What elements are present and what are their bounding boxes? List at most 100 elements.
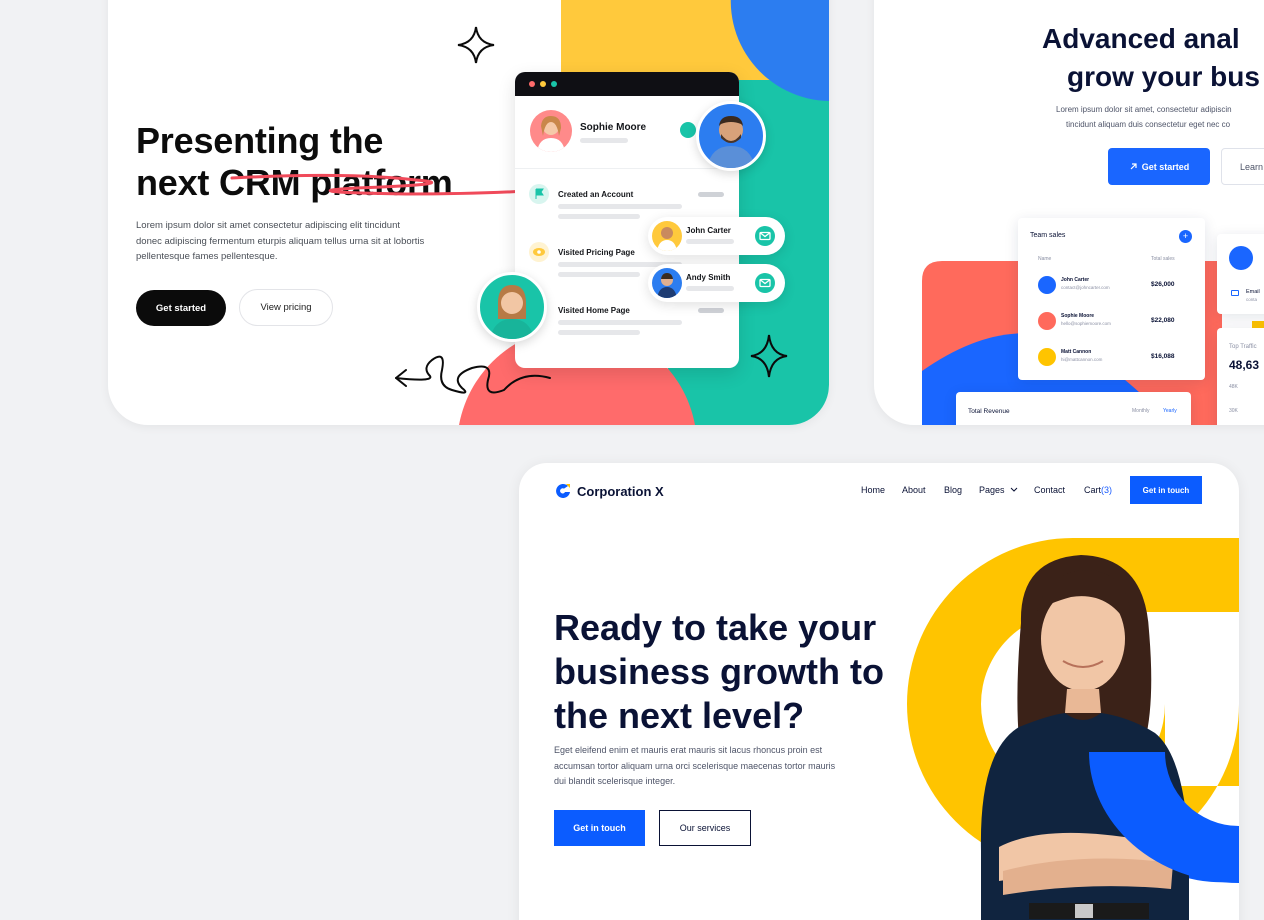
nav-get-in-touch-button[interactable]: Get in touch [1130,476,1202,504]
axis-tick: 30K [1229,408,1238,414]
row-email: contact@johncarter.com [1061,285,1110,290]
contact-bubble[interactable]: Andy Smith [648,264,785,302]
top-traffic-panel: Top Traffic 48,63 48K 30K [1217,328,1264,425]
woman-avatar [477,272,547,342]
get-started-button[interactable]: Get started [136,290,226,326]
cart-count: (3) [1101,485,1113,495]
cart-label: Cart [1084,485,1102,495]
mail-icon[interactable] [755,273,775,293]
traffic-label: Top Traffic [1229,344,1257,350]
corp-title-line-3: the next level? [554,695,805,736]
row-name: John Carter [1061,277,1090,283]
corp-desc-line-3: dui blandit scelerisque integer. [554,776,676,786]
logo-text: Corporation X [577,483,664,499]
table-row[interactable]: Matt Cannon hi@mattcannon.com $16,088 [1018,342,1205,376]
row-total: $26,000 [1151,281,1175,288]
tab-yearly[interactable]: Yearly [1163,408,1177,414]
corp-logo[interactable]: Corporation X [554,482,664,500]
eye-icon [529,242,549,262]
blue-arc-overlay [1089,752,1239,883]
add-icon[interactable]: + [1179,230,1192,243]
view-pricing-button[interactable]: View pricing [239,289,333,326]
analytics-title: Advanced anal grow your bus [1042,20,1260,96]
analytics-get-started-button[interactable]: Get started [1108,148,1210,185]
crm-hero-description: Lorem ipsum dolor sit amet consectetur a… [136,220,425,262]
placeholder-bar [558,214,640,219]
analytics-description: Lorem ipsum dolor sit amet, consectetur … [1056,102,1232,132]
analytics-title-line-2: grow your bus [1067,61,1260,92]
total-revenue-panel: Total Revenue Monthly Yearly [956,392,1191,425]
placeholder-bar [558,330,640,335]
corp-desc-line-2: accumsan tortor aliquam urna orci sceler… [554,760,836,771]
nav-contact[interactable]: Contact [1034,485,1065,495]
placeholder-bar [698,308,724,313]
logo-mark-icon [556,483,570,498]
activity-label: Visited Pricing Page [558,248,635,257]
divider [515,168,739,169]
corporation-hero-card: Corporation X Home About Blog Pages Cont… [519,463,1239,920]
brush-underline-icon [230,173,544,196]
table-row[interactable]: Sophie Moore hello@sophiemoore.com $22,0… [1018,306,1205,340]
sparkle-icon [457,26,495,64]
activity-label: Created an Account [558,190,634,199]
row-avatar [1038,348,1056,366]
window-dot-teal [551,81,557,87]
contact-bubble[interactable]: John Carter [648,217,785,255]
tab-monthly[interactable]: Monthly [1132,408,1150,414]
analytics-desc-line-1: Lorem ipsum dolor sit amet, consectetur … [1056,105,1232,114]
placeholder-bar [698,192,724,197]
title-line-1: Presenting the [136,120,384,161]
nav-pages[interactable]: Pages [979,485,1018,495]
mail-icon[interactable] [755,226,775,246]
mail-icon [680,122,696,138]
contact-avatar [652,221,682,251]
analytics-desc-line-2: tincidunt aliquam duis consectetur eget … [1066,120,1231,129]
get-in-touch-button[interactable]: Get in touch [554,810,645,846]
man-avatar [696,101,766,171]
chevron-down-icon [1010,487,1018,492]
our-services-button[interactable]: Our services [659,810,751,846]
placeholder-bar [580,138,628,143]
row-avatar [1038,276,1056,294]
nav-about[interactable]: About [902,485,926,495]
row-name: Sophie Moore [1061,313,1095,319]
crm-hero-card: Presenting the next CRM platform Lorem i… [108,0,829,425]
nav-pages-label: Pages [979,485,1005,495]
window-titlebar [515,72,739,96]
analytics-title-line-1: Advanced anal [1042,23,1240,54]
nav-home[interactable]: Home [861,485,885,495]
activity-label: Visited Home Page [558,306,630,315]
profile-name: Sophie Moore [580,122,647,133]
contact-avatar [1229,246,1253,270]
contact-name: Andy Smith [686,273,731,282]
row-email: hello@sophiemoore.com [1061,321,1111,326]
placeholder-bar [686,239,734,244]
corp-desc-line-1: Eget eleifend enim et mauris erat mauris… [554,745,823,755]
email-icon [1231,290,1239,296]
arrow-up-right-icon [1130,163,1137,170]
sophie-avatar [530,110,572,152]
window-dot-yellow [540,81,546,87]
row-total: $16,088 [1151,353,1175,360]
email-label: Email [1246,289,1260,295]
nav-blog[interactable]: Blog [944,485,962,495]
table-row[interactable]: John Carter contact@johncarter.com $26,0… [1018,270,1205,304]
window-dot-red [529,81,535,87]
placeholder-bar [558,320,682,325]
analytics-learn-button[interactable]: Learn [1221,148,1264,185]
analytics-get-started-label: Get started [1141,161,1190,172]
axis-tick: 48K [1229,384,1238,390]
corp-title-line-1: Ready to take your [554,607,877,648]
flag-icon [529,184,549,204]
revenue-title: Total Revenue [968,408,1010,415]
traffic-value: 48,63 [1229,358,1260,372]
contact-avatar [652,268,682,298]
placeholder-bar [686,286,734,291]
contact-name: John Carter [686,226,731,235]
corp-hero-description: Eget eleifend enim et mauris erat mauris… [554,743,835,790]
column-header-total: Total sales [1151,256,1175,262]
nav-cart[interactable]: Cart(3) [1084,485,1112,495]
sparkle-icon [750,334,788,378]
team-sales-title: Team sales [1030,232,1066,239]
title-plain: next [136,162,220,203]
